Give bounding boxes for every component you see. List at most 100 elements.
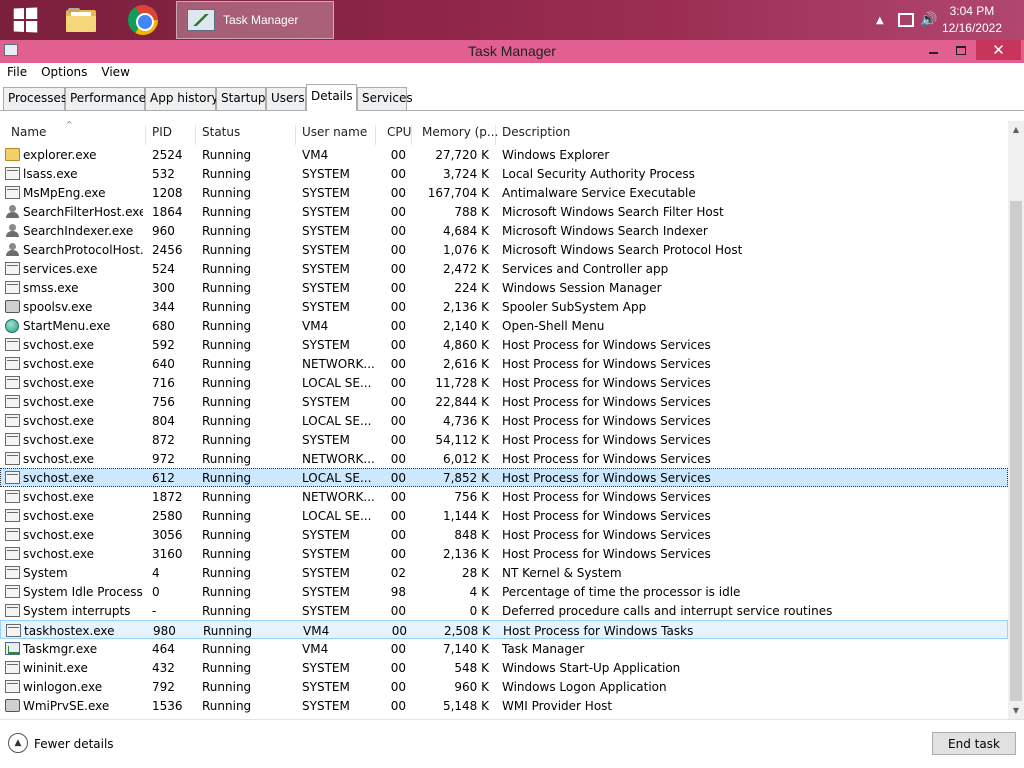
- column-header-memory[interactable]: Memory (p...: [412, 125, 498, 145]
- tab-startup[interactable]: Startup: [216, 87, 266, 110]
- table-row[interactable]: SearchIndexer.exe 960 Running SYSTEM 00 4,684…: [0, 221, 1008, 240]
- table-row[interactable]: Taskmgr.exe 464 Running VM4 00 7,140 K Task Ma…: [0, 639, 1008, 658]
- close-icon: ✕: [992, 41, 1005, 59]
- process-cpu: 00: [390, 262, 406, 276]
- process-status: Running: [202, 338, 252, 352]
- table-row[interactable]: svchost.exe 592 Running SYSTEM 00 4,860 K Host…: [0, 335, 1008, 354]
- table-row[interactable]: svchost.exe 3160 Running SYSTEM 00 2,136 K Hos…: [0, 544, 1008, 563]
- process-description: Host Process for Windows Services: [502, 547, 711, 561]
- table-row[interactable]: svchost.exe 1872 Running NETWORK... 00 756 K H…: [0, 487, 1008, 506]
- table-row[interactable]: svchost.exe 972 Running NETWORK... 00 6,012 K…: [0, 449, 1008, 468]
- end-task-button[interactable]: End task: [932, 732, 1016, 755]
- process-status: Running: [202, 376, 252, 390]
- printer-icon: [5, 300, 20, 313]
- table-row[interactable]: smss.exe 300 Running SYSTEM 00 224 K Windows S…: [0, 278, 1008, 297]
- column-header-cpu[interactable]: CPU: [376, 125, 412, 145]
- folder-icon: [66, 8, 96, 32]
- table-row[interactable]: StartMenu.exe 680 Running VM4 00 2,140 K Open-…: [0, 316, 1008, 335]
- clock-time: 3:04 PM: [949, 4, 995, 18]
- vertical-scrollbar[interactable]: ▲ ▼: [1008, 121, 1024, 719]
- table-row[interactable]: WmiPrvSE.exe 1536 Running SYSTEM 00 5,148 K WM…: [0, 696, 1008, 715]
- menu-options[interactable]: Options: [34, 63, 94, 83]
- table-row[interactable]: taskhostex.exe 980 Running VM4 00 2,508 K Host…: [0, 620, 1008, 639]
- column-header-user-name[interactable]: User name: [296, 125, 376, 145]
- table-row[interactable]: spoolsv.exe 344 Running SYSTEM 00 2,136 K Spoo…: [0, 297, 1008, 316]
- taskbar-chrome[interactable]: [114, 0, 172, 40]
- table-row[interactable]: explorer.exe 2524 Running VM4 00 27,720 K Wind…: [0, 145, 1008, 164]
- restore-button[interactable]: [948, 40, 974, 60]
- process-description: Host Process for Windows Tasks: [503, 624, 694, 638]
- column-header-description[interactable]: Description: [496, 125, 1008, 145]
- tab-app-history[interactable]: App history: [145, 87, 219, 110]
- column-header-status[interactable]: Status: [196, 125, 296, 145]
- fewer-details-link[interactable]: Fewer details: [34, 737, 114, 751]
- process-name: System Idle Process: [23, 585, 143, 599]
- table-row[interactable]: svchost.exe 3056 Running SYSTEM 00 848 K Host …: [0, 525, 1008, 544]
- scroll-down-arrow-icon[interactable]: ▼: [1008, 702, 1024, 719]
- process-status: Running: [202, 186, 252, 200]
- process-user-name: LOCAL SE...: [302, 376, 372, 390]
- process-status: Running: [202, 262, 252, 276]
- process-user-name: SYSTEM: [302, 661, 350, 675]
- minimize-button[interactable]: [920, 40, 946, 60]
- process-name: SearchFilterHost.exe: [23, 205, 143, 219]
- application-icon: [5, 338, 20, 351]
- volume-icon[interactable]: 🔊: [920, 0, 937, 40]
- table-row[interactable]: System Idle Process 0 Running SYSTEM 98 4 K Pe…: [0, 582, 1008, 601]
- window-titlebar[interactable]: Task Manager ✕: [0, 40, 1024, 63]
- chevron-up-circle-icon[interactable]: ▲: [8, 733, 28, 753]
- table-row[interactable]: svchost.exe 872 Running SYSTEM 00 54,112 K Hos…: [0, 430, 1008, 449]
- table-row[interactable]: svchost.exe 640 Running NETWORK... 00 2,616 K…: [0, 354, 1008, 373]
- start-button[interactable]: [0, 0, 50, 40]
- process-name: MsMpEng.exe: [23, 186, 106, 200]
- process-cpu: 00: [390, 376, 406, 390]
- process-memory: 848 K: [454, 528, 489, 542]
- table-row[interactable]: services.exe 524 Running SYSTEM 00 2,472 K Ser…: [0, 259, 1008, 278]
- taskbar-task-manager[interactable]: Task Manager: [176, 1, 334, 39]
- task-manager-icon: [5, 642, 20, 655]
- table-row[interactable]: lsass.exe 532 Running SYSTEM 00 3,724 K Local …: [0, 164, 1008, 183]
- table-row[interactable]: System interrupts - Running SYSTEM 00 0 K Defe…: [0, 601, 1008, 620]
- process-description: Host Process for Windows Services: [502, 509, 711, 523]
- column-header-pid[interactable]: PID: [146, 125, 196, 145]
- table-row[interactable]: svchost.exe 612 Running LOCAL SE... 00 7,852 …: [0, 468, 1008, 487]
- table-row[interactable]: System 4 Running SYSTEM 02 28 K NT Kernel & Sy…: [0, 563, 1008, 582]
- process-user-name: SYSTEM: [302, 566, 350, 580]
- folder-icon: [5, 148, 20, 161]
- menu-view[interactable]: View: [94, 63, 136, 83]
- menu-file[interactable]: File: [0, 63, 34, 83]
- table-row[interactable]: wininit.exe 432 Running SYSTEM 00 548 K Window…: [0, 658, 1008, 677]
- network-icon[interactable]: [898, 0, 914, 40]
- process-cpu: 00: [390, 357, 406, 371]
- process-pid: 524: [152, 262, 175, 276]
- table-row[interactable]: svchost.exe 716 Running LOCAL SE... 00 11,728…: [0, 373, 1008, 392]
- process-cpu: 00: [390, 471, 406, 485]
- column-header-name[interactable]: ^ Name: [0, 120, 146, 145]
- process-cpu: 00: [390, 452, 406, 466]
- taskbar-file-explorer[interactable]: [52, 0, 110, 40]
- table-row[interactable]: svchost.exe 756 Running SYSTEM 00 22,844 K Hos…: [0, 392, 1008, 411]
- tab-details[interactable]: Details: [306, 84, 357, 111]
- tab-performance[interactable]: Performance: [65, 87, 146, 110]
- table-row[interactable]: winlogon.exe 792 Running SYSTEM 00 960 K Windo…: [0, 677, 1008, 696]
- scrollbar-thumb[interactable]: [1010, 201, 1022, 701]
- tab-processes[interactable]: Processes: [3, 87, 67, 110]
- show-hidden-icons-chevron-icon[interactable]: ▲: [876, 0, 884, 40]
- table-row[interactable]: svchost.exe 804 Running LOCAL SE... 00 4,736 …: [0, 411, 1008, 430]
- table-row[interactable]: SearchProtocolHost.... 2456 Running SYSTEM 0…: [0, 240, 1008, 259]
- table-row[interactable]: SearchFilterHost.exe 1864 Running SYSTEM 00 7…: [0, 202, 1008, 221]
- process-name: svchost.exe: [23, 414, 94, 428]
- process-memory: 7,140 K: [442, 642, 489, 656]
- process-user-name: LOCAL SE...: [302, 471, 372, 485]
- table-row[interactable]: svchost.exe 2580 Running LOCAL SE... 00 1,144…: [0, 506, 1008, 525]
- tab-users[interactable]: Users: [266, 87, 306, 110]
- scroll-up-arrow-icon[interactable]: ▲: [1008, 121, 1024, 138]
- taskbar-clock[interactable]: 3:04 PM 12/16/2022: [942, 3, 1002, 37]
- process-pid: 432: [152, 661, 175, 675]
- table-row[interactable]: MsMpEng.exe 1208 Running SYSTEM 00 167,704 K A…: [0, 183, 1008, 202]
- process-name: System: [23, 566, 68, 580]
- process-status: Running: [202, 547, 252, 561]
- tab-services[interactable]: Services: [357, 87, 413, 110]
- close-button[interactable]: ✕: [976, 40, 1021, 60]
- process-memory: 5,148 K: [442, 699, 489, 713]
